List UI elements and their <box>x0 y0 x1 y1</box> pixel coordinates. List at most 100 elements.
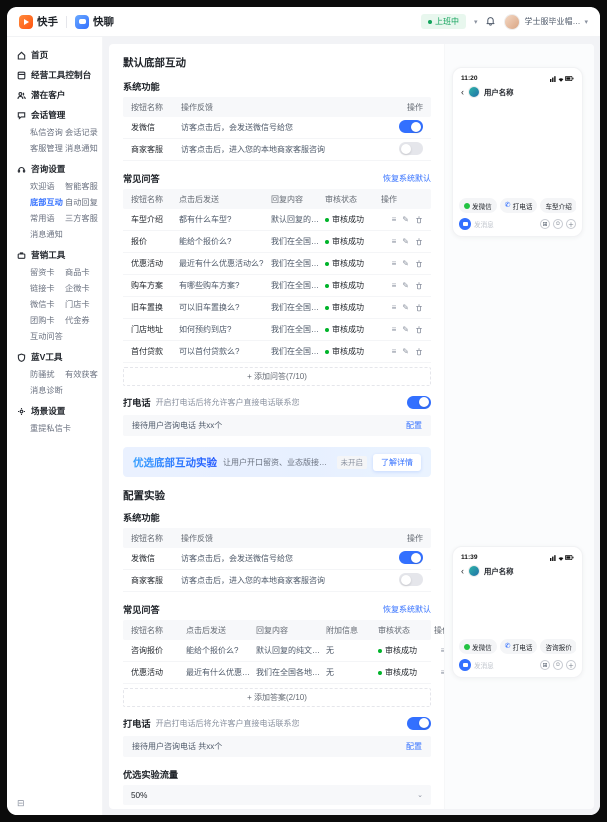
drag-icon[interactable]: ≡ <box>392 347 397 356</box>
sidebar-item-voucher[interactable]: 代金券 <box>65 313 100 329</box>
sidebar-item-interactive-qa[interactable]: 互动问答 <box>30 329 65 345</box>
sidebar-item-scene-settings[interactable]: 场景设置 <box>7 401 102 421</box>
delete-icon[interactable] <box>415 326 423 334</box>
emoji-icon[interactable]: ☺ <box>553 660 563 670</box>
add-question-button[interactable]: + 添加问答(7/10) <box>123 367 431 386</box>
delete-icon[interactable] <box>415 260 423 268</box>
plus-icon[interactable]: ＋ <box>566 219 576 229</box>
headset-icon <box>17 166 26 173</box>
brand-kuaishou[interactable]: 快手 <box>19 14 58 29</box>
sidebar-item-bottom-interaction[interactable]: 底部互动 <box>30 195 65 211</box>
chip-send-wechat[interactable]: 发微信 <box>459 198 497 213</box>
sidebar-item-private-msg[interactable]: 私信咨询 <box>30 125 65 141</box>
delete-icon[interactable] <box>415 238 423 246</box>
user-avatar <box>504 13 521 30</box>
status-caret-icon[interactable]: ▾ <box>474 18 478 26</box>
sidebar-item-wecom-card[interactable]: 企微卡 <box>65 281 100 297</box>
drag-icon[interactable]: ≡ <box>392 215 397 224</box>
back-chevron-icon[interactable]: ‹ <box>461 566 464 576</box>
sidebar-item-cs-mgmt[interactable]: 客服管理 <box>30 141 65 157</box>
image-icon[interactable]: ⊞ <box>540 660 550 670</box>
sidebar-item-common-phrases[interactable]: 常用语 <box>30 211 65 227</box>
sidebar-item-anti-harassment[interactable]: 防骚扰 <box>30 367 65 383</box>
edit-icon[interactable]: ✎ <box>402 237 409 246</box>
wechat-toggle[interactable] <box>399 120 423 133</box>
chip-call[interactable]: ✆ 打电话 <box>499 639 538 654</box>
sidebar-item-product-card[interactable]: 商品卡 <box>65 265 100 281</box>
edit-icon[interactable]: ✎ <box>402 281 409 290</box>
brand-kuailiao[interactable]: 快聊 <box>75 14 114 29</box>
sidebar-item-third-party-cs[interactable]: 三方客服 <box>65 211 100 227</box>
merchant-avatar <box>459 659 471 671</box>
back-chevron-icon[interactable]: ‹ <box>461 87 464 97</box>
sidebar-item-consult-settings[interactable]: 咨询设置 <box>7 159 102 179</box>
sidebar-item-link-card[interactable]: 链接卡 <box>30 281 65 297</box>
phone-call-desc: 开启打电话后将允许客户直接电话联系您 <box>155 397 300 407</box>
drag-icon[interactable]: ≡ <box>392 259 397 268</box>
sidebar-item-bluev-tools[interactable]: 蓝V工具 <box>7 347 102 367</box>
notification-bell-icon[interactable] <box>485 16 496 27</box>
preview-column: 11:20 ‹ 用户名称 发微信 ✆打电话 车型介绍 报价 <box>444 44 594 809</box>
sidebar-item-msg-notify-1[interactable]: 消息通知 <box>65 141 100 157</box>
edit-icon[interactable]: ✎ <box>402 325 409 334</box>
table-row: 商家客服 访客点击后，进入您的本地商家客服咨询 <box>123 139 431 161</box>
sidebar-collapse-icon[interactable]: ⊟ <box>17 798 25 809</box>
emoji-icon[interactable]: ☺ <box>553 219 563 229</box>
sidebar-item-leads[interactable]: 潜在客户 <box>7 85 102 105</box>
drag-icon[interactable]: ≡ <box>392 303 397 312</box>
message-input[interactable]: 发消息 <box>474 219 537 229</box>
divider <box>66 15 67 28</box>
delete-icon[interactable] <box>415 348 423 356</box>
sidebar-item-lead-card[interactable]: 留资卡 <box>30 265 65 281</box>
edit-icon[interactable]: ✎ <box>402 303 409 312</box>
drag-icon[interactable]: ≡ <box>392 325 397 334</box>
config-link[interactable]: 配置 <box>406 420 422 431</box>
sidebar-item-wechat-card[interactable]: 微信卡 <box>30 297 65 313</box>
sidebar-item-smart-cs[interactable]: 智能客服 <box>65 179 100 195</box>
delete-icon[interactable] <box>415 282 423 290</box>
message-input[interactable]: 发消息 <box>474 660 537 670</box>
add-answer-button[interactable]: + 添加答案(2/10) <box>123 688 431 707</box>
status-dot-icon <box>325 261 329 266</box>
restore-default-link[interactable]: 恢复系统默认 <box>383 173 431 184</box>
chip-faq[interactable]: 咨询报价 <box>540 639 576 654</box>
sidebar-item-auto-reply[interactable]: 自动回复 <box>65 195 100 211</box>
sidebar-item-store-card[interactable]: 门店卡 <box>65 297 100 313</box>
exp-phone-call-toggle[interactable] <box>407 716 431 730</box>
merchant-cs-toggle[interactable] <box>399 142 423 155</box>
traffic-select[interactable]: 50% ⌄ <box>123 785 431 805</box>
edit-icon[interactable]: ✎ <box>402 259 409 268</box>
sidebar-item-console[interactable]: 经营工具控制台 <box>7 65 102 85</box>
edit-icon[interactable]: ✎ <box>402 215 409 224</box>
exp-merchant-cs-toggle[interactable] <box>399 573 423 586</box>
user-menu[interactable]: 学士服毕业帽… ▾ <box>504 13 588 30</box>
sidebar-item-repush-card[interactable]: 重提私信卡 <box>30 421 71 437</box>
sidebar-item-msg-notify-2[interactable]: 消息通知 <box>30 227 65 243</box>
sidebar-item-session-log[interactable]: 会话记录 <box>65 125 100 141</box>
phone-call-toggle[interactable] <box>407 395 431 409</box>
sidebar-item-session-mgmt[interactable]: 会话管理 <box>7 105 102 125</box>
drag-icon[interactable]: ≡ <box>392 281 397 290</box>
edit-icon[interactable]: ✎ <box>402 347 409 356</box>
learn-more-button[interactable]: 了解详情 <box>373 453 421 471</box>
chip-call[interactable]: ✆ 打电话 <box>499 198 538 213</box>
config-faq-title: 常见问答 <box>123 605 160 615</box>
work-status-badge[interactable]: 上班中 <box>420 14 466 29</box>
exp-wechat-toggle[interactable] <box>399 551 423 564</box>
sidebar-item-welcome[interactable]: 欢迎语 <box>30 179 65 195</box>
sidebar-item-effective-leads[interactable]: 有效获客 <box>65 367 100 383</box>
chip-faq[interactable]: 车型介绍 <box>540 198 576 213</box>
chip-send-wechat[interactable]: 发微信 <box>459 639 497 654</box>
config-restore-default-link[interactable]: 恢复系统默认 <box>383 604 431 615</box>
sidebar-item-home[interactable]: 首页 <box>7 45 102 65</box>
traffic-title: 优选实验流量 <box>123 770 179 780</box>
sidebar-item-msg-diagnosis[interactable]: 消息诊断 <box>30 383 65 399</box>
drag-icon[interactable]: ≡ <box>392 237 397 246</box>
exp-config-link[interactable]: 配置 <box>406 741 422 752</box>
sidebar-item-marketing-tools[interactable]: 营销工具 <box>7 245 102 265</box>
plus-icon[interactable]: ＋ <box>566 660 576 670</box>
image-icon[interactable]: ⊞ <box>540 219 550 229</box>
delete-icon[interactable] <box>415 216 423 224</box>
sidebar-item-group-card[interactable]: 团购卡 <box>30 313 65 329</box>
delete-icon[interactable] <box>415 304 423 312</box>
